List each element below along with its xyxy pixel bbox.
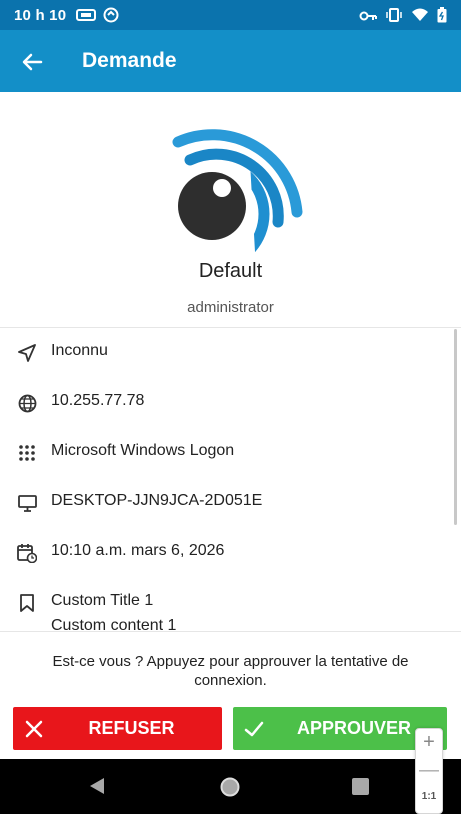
custom-title-text: Custom Title 1 — [51, 592, 154, 609]
zoom-out-button[interactable]: — — [416, 759, 442, 782]
zoom-in-button[interactable]: + — [416, 731, 442, 754]
monitor-icon — [17, 493, 37, 513]
battery-icon — [437, 7, 447, 28]
device-text: DESKTOP-JJN9JCA-2D051E — [51, 492, 263, 509]
status-time: 10 h 10 — [14, 7, 67, 24]
back-button[interactable] — [16, 46, 48, 78]
list-item-location: Inconnu — [0, 329, 440, 379]
zoom-control: + — 1:1 — [415, 728, 443, 814]
vpn-key-icon — [359, 9, 377, 27]
list-item-custom: Custom Title 1 Custom content 1 — [0, 579, 440, 631]
ip-text: 10.255.77.78 — [51, 392, 145, 409]
approval-prompt: Est-ce vous ? Appuyez pour approuver la … — [52, 653, 409, 689]
profile-username: administrator — [187, 299, 274, 316]
zoom-level[interactable]: 1:1 — [416, 791, 442, 802]
calendar-clock-icon — [17, 543, 37, 563]
arrow-left-icon — [22, 53, 43, 71]
location-arrow-icon — [17, 343, 37, 363]
cast-icon — [76, 8, 96, 27]
datetime-text: 10:10 a.m. mars 6, 2026 — [51, 542, 225, 559]
nav-home-button[interactable] — [219, 776, 241, 803]
circle-home-icon — [220, 777, 240, 797]
profile-section: Default administrator — [0, 92, 461, 328]
sync-icon — [103, 7, 119, 28]
list-item-device: DESKTOP-JJN9JCA-2D051E — [0, 479, 440, 529]
apps-grid-icon — [17, 443, 37, 463]
app-logo — [160, 102, 305, 252]
list-item-datetime: 10:10 a.m. mars 6, 2026 — [0, 529, 440, 579]
approval-footer: Est-ce vous ? Appuyez pour approuver la … — [0, 631, 461, 759]
custom-content-text: Custom content 1 — [51, 617, 177, 631]
profile-name: Default — [198, 260, 263, 282]
scrollbar[interactable] — [454, 329, 457, 525]
refuse-button[interactable]: REFUSER — [13, 707, 222, 750]
list-item-ip: 10.255.77.78 — [0, 379, 440, 429]
globe-icon — [17, 393, 37, 413]
refuse-label: REFUSER — [88, 718, 175, 738]
application-text: Microsoft Windows Logon — [51, 442, 235, 459]
list-item-application: Microsoft Windows Logon — [0, 429, 440, 479]
vibrate-icon — [385, 8, 403, 27]
triangle-back-icon — [90, 778, 104, 794]
details-list[interactable]: Inconnu 10.255.77.78 Microsoft Windows L… — [0, 329, 461, 631]
nav-recent-button[interactable] — [352, 778, 369, 795]
system-nav-bar — [0, 759, 461, 814]
page-title: Demande — [82, 49, 177, 72]
wifi-icon — [411, 8, 429, 27]
status-bar: 10 h 10 — [0, 0, 461, 30]
bookmark-icon — [17, 593, 37, 613]
app-bar: Demande — [0, 30, 461, 92]
nav-back-button[interactable] — [88, 777, 106, 800]
location-text: Inconnu — [51, 342, 108, 359]
